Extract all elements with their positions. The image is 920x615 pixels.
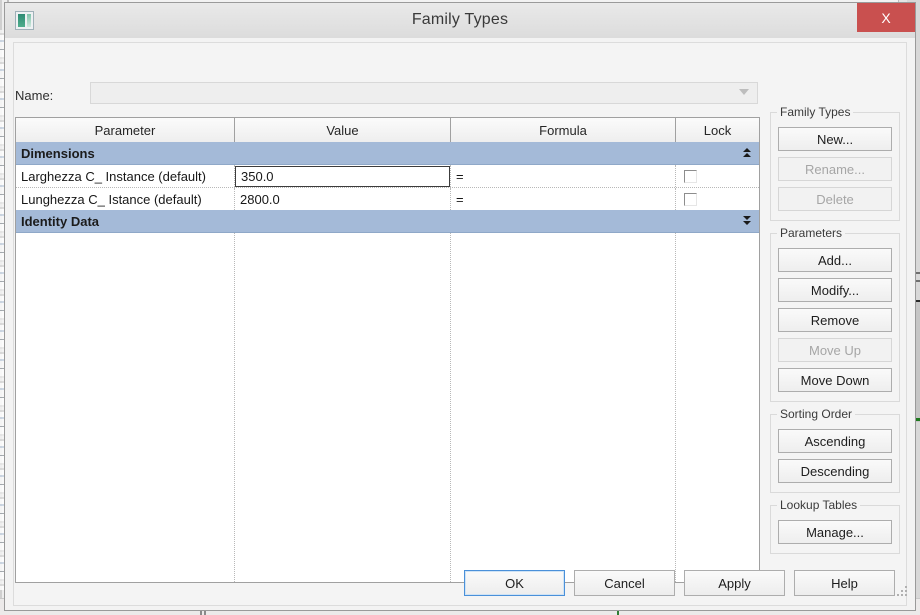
sort-descending-button[interactable]: Descending <box>778 459 892 483</box>
delete-button: Delete <box>778 187 892 211</box>
move-down-button[interactable]: Move Down <box>778 368 892 392</box>
group-header-label: Identity Data <box>21 213 100 229</box>
new-button[interactable]: New... <box>778 127 892 151</box>
value-input-active[interactable]: 350.0 <box>235 165 450 187</box>
cell-value[interactable]: 350.0 <box>235 165 451 187</box>
group-header-label: Dimensions <box>21 145 95 161</box>
rename-button: Rename... <box>778 157 892 181</box>
move-up-button: Move Up <box>778 338 892 362</box>
table-header-row: Parameter Value Formula Lock <box>16 118 759 143</box>
cell-value[interactable]: 2800.0 <box>235 188 451 210</box>
close-button[interactable]: X <box>857 3 915 32</box>
help-button[interactable]: Help <box>794 570 895 596</box>
ok-button[interactable]: OK <box>464 570 565 596</box>
modify-parameter-button[interactable]: Modify... <box>778 278 892 302</box>
parameter-table: Parameter Value Formula Lock Dimensions … <box>15 117 760 583</box>
group-parameters: Parameters Add... Modify... Remove Move … <box>770 226 900 402</box>
side-panel: Family Types New... Rename... Delete Par… <box>770 105 900 566</box>
cell-formula[interactable]: = <box>451 165 676 187</box>
group-sorting-order: Sorting Order Ascending Descending <box>770 407 900 493</box>
sort-ascending-button[interactable]: Ascending <box>778 429 892 453</box>
cell-lock[interactable] <box>676 165 759 187</box>
group-title: Sorting Order <box>777 407 856 421</box>
cell-formula[interactable]: = <box>451 188 676 210</box>
remove-parameter-button[interactable]: Remove <box>778 308 892 332</box>
table-body: Dimensions Larghezza C_ Instance (defaul… <box>16 142 759 582</box>
group-lookup-tables: Lookup Tables Manage... <box>770 498 900 554</box>
group-title: Parameters <box>777 226 846 240</box>
table-row[interactable]: Larghezza C_ Instance (default) 350.0 = <box>16 165 759 187</box>
cell-lock[interactable] <box>676 188 759 210</box>
chevron-down-icon[interactable] <box>739 89 749 95</box>
resize-grip-icon[interactable] <box>897 586 908 597</box>
lock-checkbox[interactable] <box>684 169 697 183</box>
dialog-body: Name: Parameter Value Formula Lock Dimen… <box>5 38 915 610</box>
group-title: Lookup Tables <box>777 498 861 512</box>
dialog-title-bar[interactable]: Family Types X <box>5 3 915 39</box>
dialog-footer: OK Cancel Apply Help <box>5 570 915 600</box>
cell-parameter[interactable]: Larghezza C_ Instance (default) <box>16 165 235 187</box>
column-header-value[interactable]: Value <box>235 118 451 142</box>
lock-checkbox[interactable] <box>684 192 697 206</box>
group-title: Family Types <box>777 105 854 119</box>
dialog-title: Family Types <box>411 11 509 28</box>
group-header-dimensions[interactable]: Dimensions <box>16 142 759 165</box>
group-family-types: Family Types New... Rename... Delete <box>770 105 900 221</box>
cancel-button[interactable]: Cancel <box>574 570 675 596</box>
double-chevron-up-icon[interactable] <box>742 145 752 159</box>
column-header-lock[interactable]: Lock <box>676 118 759 142</box>
table-row[interactable]: Lunghezza C_ Istance (default) 2800.0 = <box>16 187 759 210</box>
double-chevron-down-icon[interactable] <box>742 213 752 227</box>
column-header-parameter[interactable]: Parameter <box>16 118 235 142</box>
cell-parameter[interactable]: Lunghezza C_ Istance (default) <box>16 188 235 210</box>
name-label: Name: <box>15 88 54 103</box>
name-combobox[interactable] <box>90 82 758 104</box>
add-parameter-button[interactable]: Add... <box>778 248 892 272</box>
family-types-dialog: Family Types X Name: Parameter Value For… <box>4 2 916 611</box>
manage-lookup-tables-button[interactable]: Manage... <box>778 520 892 544</box>
column-header-formula[interactable]: Formula <box>451 118 676 142</box>
group-header-identity-data[interactable]: Identity Data <box>16 210 759 233</box>
value-input[interactable]: 2800.0 <box>235 188 450 210</box>
apply-button[interactable]: Apply <box>684 570 785 596</box>
